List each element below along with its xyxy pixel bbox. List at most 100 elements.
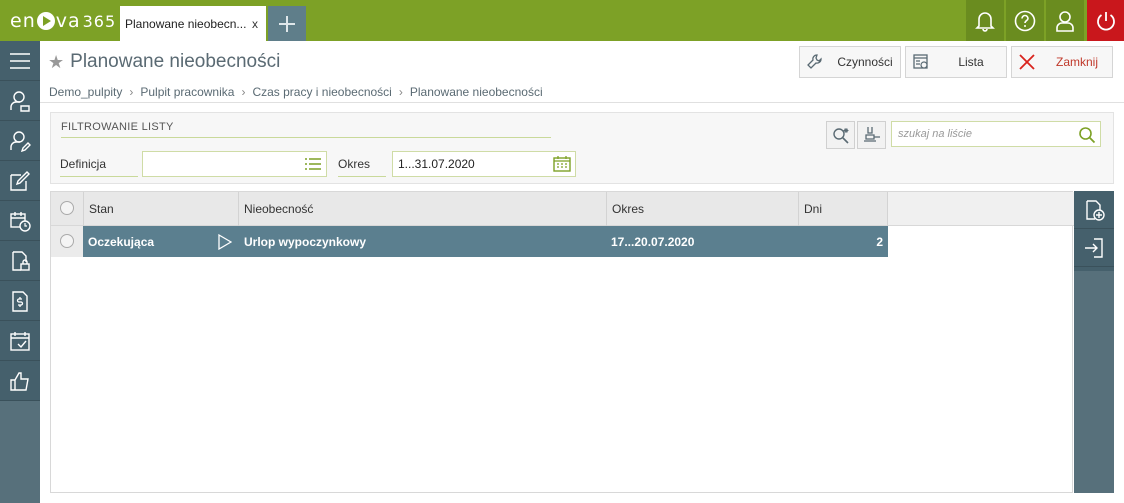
cell-nieobecnosc: Urlop wypoczynkowy	[244, 234, 367, 249]
sidebar-item-edit[interactable]	[0, 161, 40, 201]
zamknij-label: Zamknij	[1055, 55, 1098, 69]
filter-header-underline	[61, 137, 551, 138]
right-action-panel	[1074, 191, 1114, 493]
menu-icon	[10, 52, 30, 69]
column-header-stan[interactable]: Stan	[83, 192, 238, 226]
sidebar-item-employee[interactable]	[0, 81, 40, 121]
add-tab-button[interactable]	[268, 6, 306, 41]
advanced-search-button[interactable]	[826, 121, 855, 149]
lista-label: Lista	[958, 55, 984, 69]
tab-planowane-nieobecnosci[interactable]: Planowane nieobecn... x	[120, 6, 266, 41]
sidebar-item-lock-document[interactable]	[0, 241, 40, 281]
page-title: ★ Planowane nieobecności	[48, 51, 280, 73]
cell-dni: 2	[876, 234, 883, 249]
list-window-icon	[913, 54, 928, 69]
tab-label: Planowane nieobecn...	[125, 16, 247, 31]
grid-header-filler	[888, 192, 1074, 226]
employee-icon	[10, 90, 30, 112]
page-title-text: Planowane nieobecności	[70, 51, 281, 72]
row-radio[interactable]	[60, 234, 74, 248]
money-document-icon	[12, 290, 28, 312]
power-icon	[1096, 11, 1115, 31]
top-bar: en va 365 Planowane nieobecn... x	[0, 0, 1124, 41]
right-panel-footer	[1074, 271, 1114, 493]
definicja-label: Definicja	[60, 151, 138, 177]
filter-header: FILTROWANIE LISTY	[61, 121, 174, 133]
column-label: Stan	[89, 202, 114, 216]
logo-text-suffix: va	[55, 10, 81, 32]
sidebar-item-calendar-clock[interactable]	[0, 201, 40, 241]
data-grid: Stan Nieobecność Okres Dni Oczekująca Ur…	[50, 191, 1074, 493]
thumbs-up-icon	[10, 371, 29, 391]
import-button[interactable]	[1074, 229, 1114, 267]
row-selector[interactable]	[51, 226, 83, 257]
breadcrumb: Demo_pulpity › Pulpit pracownika › Czas pr…	[49, 85, 543, 99]
column-label: Dni	[804, 202, 823, 216]
employee-edit-icon	[10, 130, 31, 152]
column-header-okres[interactable]: Okres	[606, 192, 798, 226]
calendar-check-icon	[10, 331, 30, 351]
czynnosci-label: Czynności	[837, 55, 893, 69]
plus-icon	[279, 15, 295, 32]
grid-header: Stan Nieobecność Okres Dni	[51, 192, 888, 226]
row-play-icon[interactable]	[218, 226, 238, 257]
breadcrumb-item[interactable]: Planowane nieobecności	[410, 85, 543, 99]
okres-label: Okres	[338, 151, 386, 177]
sidebar-item-calendar-check[interactable]	[0, 321, 40, 361]
okres-value: 1...31.07.2020	[398, 157, 475, 171]
column-header-dni[interactable]: Dni	[798, 192, 888, 226]
breadcrumb-item[interactable]: Demo_pulpity	[49, 85, 122, 99]
logo-number: 365	[82, 11, 117, 31]
help-button[interactable]	[1005, 0, 1044, 41]
bell-icon	[975, 11, 995, 32]
close-x-icon	[1019, 54, 1035, 70]
add-document-icon	[1086, 199, 1105, 221]
list-picker-icon[interactable]	[304, 156, 322, 175]
filter-stamp-icon	[863, 127, 880, 142]
zamknij-button[interactable]: Zamknij	[1011, 46, 1113, 78]
edit-icon	[10, 170, 30, 191]
wrench-icon	[807, 54, 822, 69]
search-icon[interactable]	[1078, 126, 1096, 147]
table-row[interactable]: Oczekująca Urlop wypoczynkowy 17...20.07…	[83, 226, 888, 257]
sidebar	[0, 41, 40, 503]
breadcrumb-item[interactable]: Pulpit pracownika	[140, 85, 234, 99]
filter-panel: FILTROWANIE LISTY Definicja Okres 1...31…	[50, 112, 1114, 184]
filter-settings-button[interactable]	[857, 121, 886, 149]
calendar-icon[interactable]	[553, 156, 571, 175]
column-label: Okres	[612, 202, 645, 216]
okres-field[interactable]: 1...31.07.2020	[392, 151, 576, 177]
search-placeholder: szukaj na liście	[898, 128, 972, 140]
search-input[interactable]: szukaj na liście	[891, 121, 1101, 147]
sign-in-icon	[1085, 237, 1103, 258]
enova-logo[interactable]: en va 365	[10, 10, 116, 32]
sidebar-footer	[0, 401, 40, 503]
select-all-radio[interactable]	[60, 201, 74, 215]
calendar-clock-icon	[10, 211, 31, 232]
favorite-star-icon[interactable]: ★	[48, 52, 64, 73]
sidebar-menu-button[interactable]	[0, 41, 40, 81]
tab-close-button[interactable]: x	[252, 17, 266, 31]
lista-button[interactable]: Lista	[905, 46, 1007, 78]
add-document-button[interactable]	[1074, 191, 1114, 229]
notifications-button[interactable]	[965, 0, 1004, 41]
sidebar-item-money-document[interactable]	[0, 281, 40, 321]
user-button[interactable]	[1045, 0, 1084, 41]
breadcrumb-separator-icon: ›	[129, 85, 134, 99]
user-icon	[1056, 10, 1074, 32]
breadcrumb-item[interactable]: Czas pracy i nieobecności	[252, 85, 391, 99]
sidebar-item-employee-edit[interactable]	[0, 121, 40, 161]
column-header-nieobecnosc[interactable]: Nieobecność	[238, 192, 606, 226]
logo-text-prefix: en	[10, 10, 36, 32]
breadcrumb-separator-icon: ›	[241, 85, 246, 99]
logout-button[interactable]	[1086, 0, 1124, 41]
divider	[40, 102, 1124, 103]
czynnosci-button[interactable]: Czynności	[799, 46, 901, 78]
definicja-field[interactable]	[142, 151, 327, 177]
lock-document-icon	[12, 250, 30, 271]
logo-play-icon	[36, 12, 55, 30]
sidebar-item-thumbs-up[interactable]	[0, 361, 40, 401]
search-star-icon	[832, 128, 849, 144]
breadcrumb-separator-icon: ›	[398, 85, 403, 99]
column-label: Nieobecność	[244, 202, 314, 216]
